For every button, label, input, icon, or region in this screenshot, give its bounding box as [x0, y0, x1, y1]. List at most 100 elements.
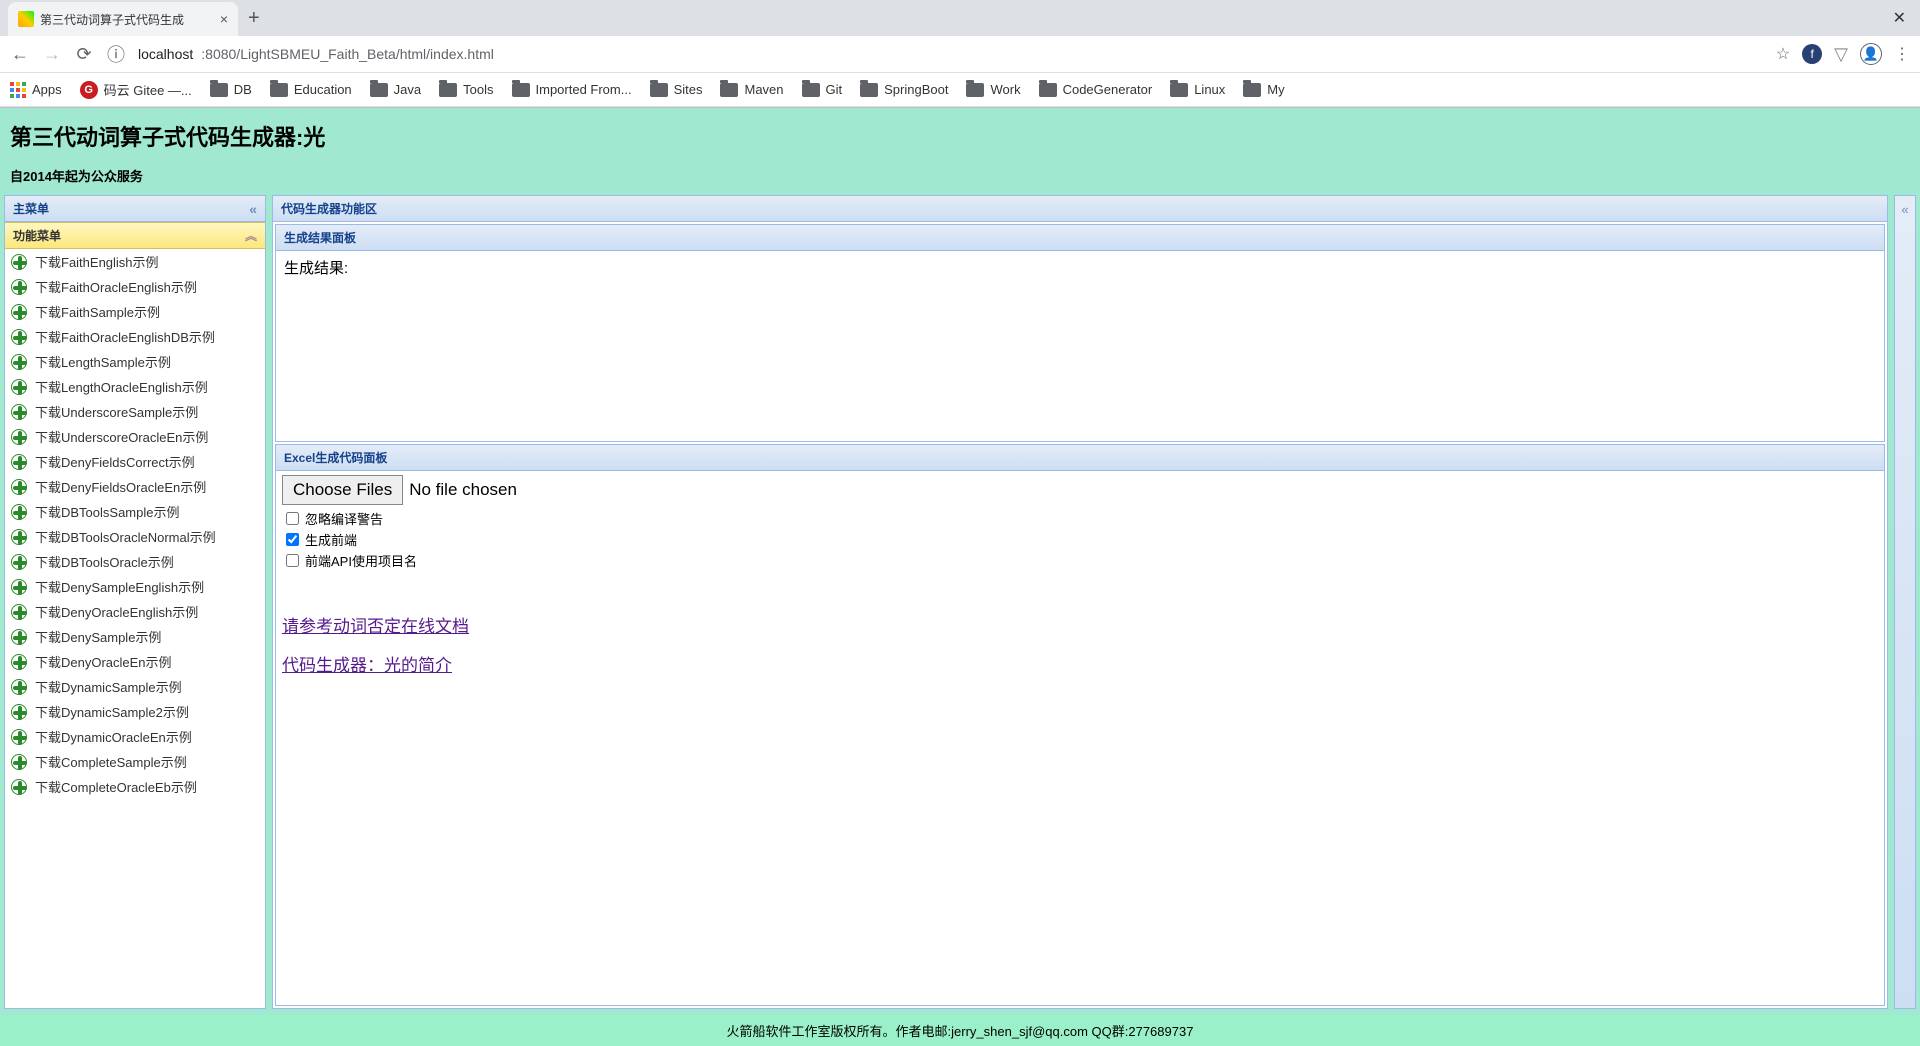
bookmark-label: SpringBoot [884, 82, 948, 97]
menu-item[interactable]: 下载DynamicSample示例 [5, 674, 265, 699]
folder-icon [1170, 83, 1188, 97]
apps-button[interactable]: Apps [10, 82, 62, 98]
menu-item[interactable]: 下载LengthSample示例 [5, 349, 265, 374]
bookmark-folder[interactable]: SpringBoot [860, 82, 948, 97]
func-menu-header[interactable]: 功能菜单 ︽ [5, 222, 265, 249]
menu-item[interactable]: 下载DynamicOracleEn示例 [5, 724, 265, 749]
bookmark-folder[interactable]: CodeGenerator [1039, 82, 1153, 97]
bookmark-folder[interactable]: Maven [720, 82, 783, 97]
menu-item-label: 下载DenyFieldsOracleEn示例 [35, 477, 206, 496]
bookmark-folder[interactable]: My [1243, 82, 1284, 97]
url-input[interactable]: localhost:8080/LightSBMEU_Faith_Beta/htm… [138, 46, 1764, 62]
star-icon[interactable]: ☆ [1776, 44, 1790, 64]
bookmark-folder[interactable]: Git [802, 82, 843, 97]
menu-list[interactable]: 下载FaithEnglish示例下载FaithOracleEnglish示例下载… [5, 249, 265, 1008]
plus-icon [11, 529, 27, 545]
result-panel-header: 生成结果面板 [276, 225, 1884, 251]
checkbox-api-project[interactable]: 前端API使用项目名 [286, 551, 1878, 570]
menu-item[interactable]: 下载DenyFieldsCorrect示例 [5, 449, 265, 474]
menu-item[interactable]: 下载DBToolsOracleNormal示例 [5, 524, 265, 549]
menu-item-label: 下载CompleteSample示例 [35, 752, 187, 771]
bookmark-folder[interactable]: Sites [650, 82, 703, 97]
bookmark-folder[interactable]: Work [966, 82, 1020, 97]
chevron-down-icon[interactable]: ▽ [1834, 44, 1848, 65]
intro-link[interactable]: 代码生成器：光的简介 [282, 651, 1878, 676]
menu-item[interactable]: 下载CompleteOracleEb示例 [5, 774, 265, 799]
sidebar-panel: 主菜单 « 功能菜单 ︽ 下载FaithEnglish示例下载FaithOrac… [4, 195, 266, 1009]
close-icon[interactable]: × [220, 11, 228, 27]
menu-item[interactable]: 下载DBToolsOracle示例 [5, 549, 265, 574]
menu-item[interactable]: 下载FaithSample示例 [5, 299, 265, 324]
menu-item-label: 下载FaithEnglish示例 [35, 252, 159, 271]
bookmark-folder[interactable]: Imported From... [512, 82, 632, 97]
plus-icon [11, 579, 27, 595]
menu-item[interactable]: 下载FaithEnglish示例 [5, 249, 265, 274]
back-button[interactable]: ← [10, 44, 30, 65]
bookmark-gitee[interactable]: G 码云 Gitee —... [80, 80, 192, 99]
menu-item[interactable]: 下载UnderscoreSample示例 [5, 399, 265, 424]
menu-item[interactable]: 下载DenyFieldsOracleEn示例 [5, 474, 265, 499]
bookmark-folder[interactable]: DB [210, 82, 252, 97]
plus-icon [11, 254, 27, 270]
folder-icon [270, 83, 288, 97]
page-header: 第三代动词算子式代码生成器:光 自2014年起为公众服务 [0, 108, 1920, 195]
folder-icon [210, 83, 228, 97]
menu-icon[interactable]: ⋮ [1894, 44, 1910, 64]
main-menu-header[interactable]: 主菜单 « [5, 196, 265, 222]
new-tab-button[interactable]: + [248, 7, 260, 30]
result-body[interactable]: 生成结果: [276, 251, 1884, 441]
bookmark-label: CodeGenerator [1063, 82, 1153, 97]
gitee-icon: G [80, 81, 98, 99]
menu-item[interactable]: 下载DenySampleEnglish示例 [5, 574, 265, 599]
checkbox-input[interactable] [286, 533, 299, 546]
menu-item[interactable]: 下载DBToolsSample示例 [5, 499, 265, 524]
plus-icon [11, 629, 27, 645]
doc-link[interactable]: 请参考动词否定在线文档 [282, 612, 1878, 637]
window-close-button[interactable]: ✕ [1893, 8, 1906, 28]
menu-item[interactable]: 下载UnderscoreOracleEn示例 [5, 424, 265, 449]
menu-item[interactable]: 下载DynamicSample2示例 [5, 699, 265, 724]
bookmark-folder[interactable]: Education [270, 82, 352, 97]
bookmarks-bar: Apps G 码云 Gitee —... DB Education Java Tool… [0, 72, 1920, 106]
checkbox-input[interactable] [286, 554, 299, 567]
menu-item[interactable]: 下载FaithOracleEnglishDB示例 [5, 324, 265, 349]
menu-item[interactable]: 下载DenyOracleEnglish示例 [5, 599, 265, 624]
menu-item[interactable]: 下载DenyOracleEn示例 [5, 649, 265, 674]
fedora-icon[interactable]: f [1802, 44, 1822, 64]
result-panel: 生成结果面板 生成结果: [275, 224, 1885, 442]
menu-item[interactable]: 下载LengthOracleEnglish示例 [5, 374, 265, 399]
menu-item[interactable]: 下载CompleteSample示例 [5, 749, 265, 774]
menu-item[interactable]: 下载DenySample示例 [5, 624, 265, 649]
file-input-row: Choose Files No file chosen [282, 475, 1878, 505]
plus-icon [11, 504, 27, 520]
checkbox-ignore-warnings[interactable]: 忽略编译警告 [286, 509, 1878, 528]
bookmark-label: Git [826, 82, 843, 97]
choose-files-button[interactable]: Choose Files [282, 475, 403, 505]
avatar-icon[interactable]: 👤 [1860, 43, 1882, 65]
checkbox-input[interactable] [286, 512, 299, 525]
excel-body: Choose Files No file chosen 忽略编译警告 生成前端 [276, 471, 1884, 1005]
bookmark-folder[interactable]: Tools [439, 82, 493, 97]
folder-icon [370, 83, 388, 97]
menu-item-label: 下载DBToolsSample示例 [35, 502, 180, 521]
right-collapse-strip[interactable]: « [1894, 195, 1916, 1009]
checkbox-gen-frontend[interactable]: 生成前端 [286, 530, 1878, 549]
url-path: :8080/LightSBMEU_Faith_Beta/html/index.h… [201, 46, 494, 62]
reload-button[interactable]: ⟳ [74, 44, 94, 65]
plus-icon [11, 279, 27, 295]
excel-panel: Excel生成代码面板 Choose Files No file chosen … [275, 444, 1885, 1006]
bookmark-label: Work [990, 82, 1020, 97]
browser-tab[interactable]: 第三代动词算子式代码生成 × [8, 2, 238, 36]
collapse-left-icon[interactable]: « [249, 201, 257, 217]
info-icon[interactable]: ⓘ [106, 41, 126, 67]
bookmark-folder[interactable]: Java [370, 82, 421, 97]
menu-item[interactable]: 下载FaithOracleEnglish示例 [5, 274, 265, 299]
main-region-header: 代码生成器功能区 [273, 196, 1887, 222]
plus-icon [11, 729, 27, 745]
menu-item-label: 下载UnderscoreOracleEn示例 [35, 427, 208, 446]
bookmark-folder[interactable]: Linux [1170, 82, 1225, 97]
collapse-left-icon: « [1901, 202, 1908, 1008]
forward-button[interactable]: → [42, 44, 62, 65]
folder-icon [650, 83, 668, 97]
collapse-up-icon[interactable]: ︽ [245, 227, 257, 244]
